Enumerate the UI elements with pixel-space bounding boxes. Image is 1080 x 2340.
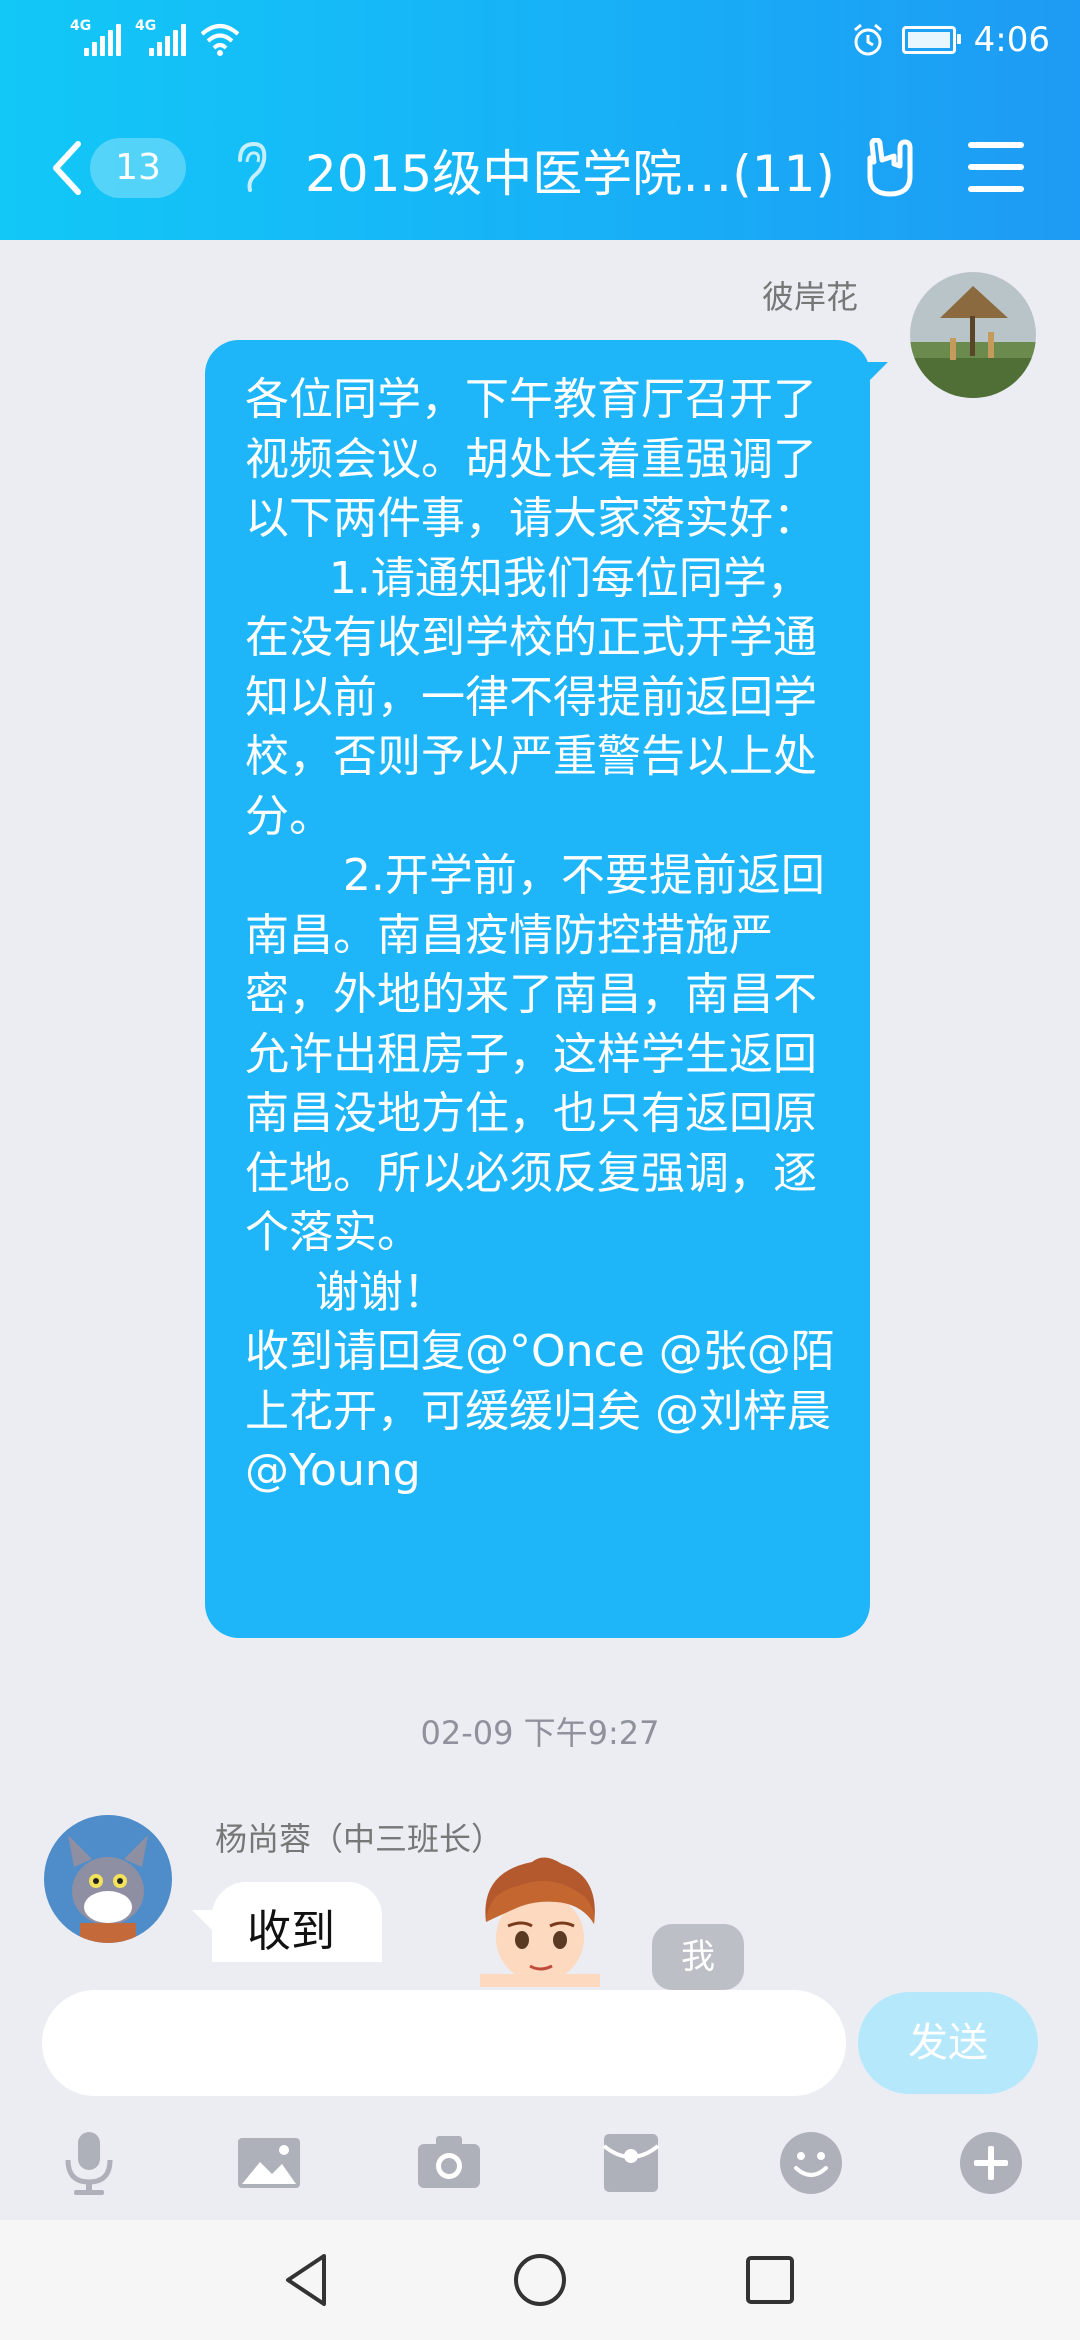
chat-title[interactable]: 2015级中医学院…(11) xyxy=(305,134,835,206)
menu-icon[interactable] xyxy=(968,142,1024,192)
signal-icon-1: 4G xyxy=(70,18,121,56)
me-tag: 我 xyxy=(652,1924,744,1990)
gesture-hand-icon[interactable] xyxy=(860,138,920,200)
camera-icon[interactable] xyxy=(414,2128,484,2198)
status-bar: 4G 4G 4:06 xyxy=(0,0,1080,92)
back-chevron-icon[interactable] xyxy=(48,138,88,198)
ear-icon[interactable] xyxy=(232,140,268,196)
composer-toolbar xyxy=(0,2118,1080,2218)
clock: 4:06 xyxy=(973,20,1050,60)
message-bubble[interactable]: 各位同学，下午教育厅召开了视频会议。胡处长着重强调了以下两件事，请大家落实好： … xyxy=(205,340,870,1638)
reply-sender-avatar[interactable] xyxy=(44,1815,172,1943)
send-button[interactable]: 发送 xyxy=(858,1992,1038,2094)
red-packet-icon[interactable] xyxy=(596,2128,666,2198)
unread-badge[interactable]: 13 xyxy=(90,138,186,198)
avatar-image xyxy=(910,272,1036,398)
reply-sender-name: 杨尚蓉（中三班长） xyxy=(215,1820,504,1858)
alarm-icon xyxy=(853,23,882,56)
message-timestamp: 02-09 下午9:27 xyxy=(420,1714,660,1752)
message-input[interactable] xyxy=(42,1990,846,2096)
sticker-image xyxy=(480,1857,600,1987)
nav-recents-icon[interactable] xyxy=(738,2248,802,2312)
wifi-icon xyxy=(200,24,240,56)
microphone-icon[interactable] xyxy=(54,2128,124,2198)
network-type-label: 4G xyxy=(135,18,157,34)
nav-back-icon[interactable] xyxy=(276,2248,340,2312)
nav-home-icon[interactable] xyxy=(508,2248,572,2312)
avatar-image xyxy=(44,1815,172,1943)
cartoon-sticker[interactable] xyxy=(472,1852,608,1987)
image-icon[interactable] xyxy=(234,2128,304,2198)
bubble-tail xyxy=(192,1910,214,1932)
sender-avatar[interactable] xyxy=(910,272,1036,398)
message-sender-name: 彼岸花 xyxy=(761,278,858,316)
network-type-label: 4G xyxy=(70,18,92,34)
signal-icon-2: 4G xyxy=(135,18,186,56)
emoji-icon[interactable] xyxy=(776,2128,846,2198)
plus-icon[interactable] xyxy=(956,2128,1026,2198)
chat-header: 4G 4G 4:06 13 2015级中医学院…(11) xyxy=(0,0,1080,240)
navigation-bar: 13 2015级中医学院…(11) xyxy=(0,120,1080,220)
battery-icon xyxy=(901,26,961,54)
system-navigation-bar xyxy=(0,2220,1080,2340)
reply-bubble[interactable]: 收到 xyxy=(212,1882,382,1962)
